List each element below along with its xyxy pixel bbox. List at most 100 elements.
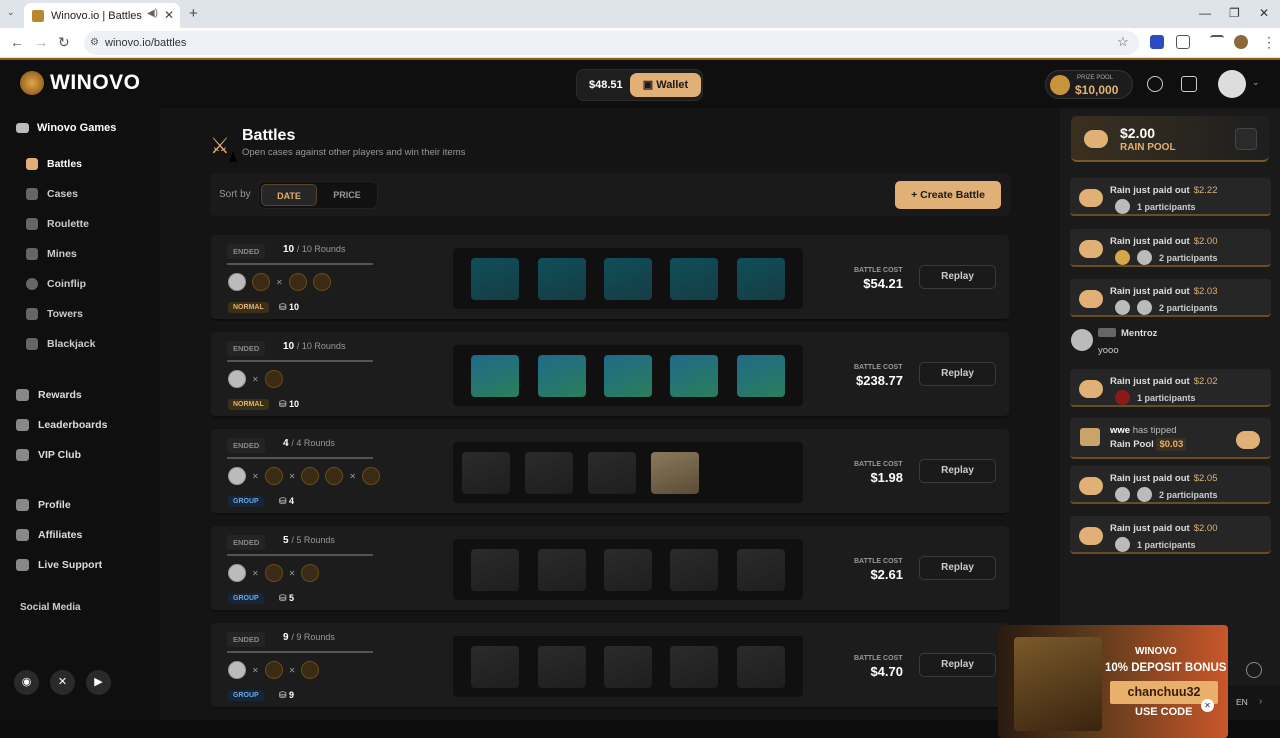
wallet-button[interactable]: ▣ Wallet [630, 73, 701, 97]
url-field[interactable]: ⚙ winovo.io/battles [84, 31, 1139, 55]
language-select[interactable]: EN [1236, 697, 1248, 707]
profile-icon[interactable] [1234, 35, 1248, 49]
favicon-icon [32, 9, 44, 22]
bot-avatar [362, 467, 381, 485]
puzzle-icon[interactable] [1176, 35, 1190, 49]
sidebar-item-battles[interactable]: Battles [26, 158, 82, 170]
bot-avatar [325, 467, 344, 485]
sidebar-item-leaderboards[interactable]: Leaderboards [16, 419, 107, 431]
sidebar-item-label: Rewards [38, 389, 82, 401]
rain-message-text: Rain just paid out $2.03 [1110, 286, 1217, 297]
sidebar-item-cases[interactable]: Cases [26, 188, 78, 200]
avatar [1115, 487, 1130, 502]
rounds: 9 / 9 Rounds [283, 632, 335, 643]
rain-message: Rain just paid out $2.00 2 participants [1070, 229, 1271, 267]
rain-message-label: Rain just paid out [1110, 185, 1190, 196]
close-tab-icon[interactable]: ✕ [164, 8, 174, 22]
sidebar-item-mines[interactable]: Mines [26, 248, 77, 260]
globe-icon[interactable] [1147, 76, 1163, 92]
sidebar-item-profile[interactable]: Profile [16, 499, 71, 511]
reload-icon[interactable]: ↻ [58, 34, 70, 51]
avatar[interactable] [228, 370, 246, 388]
sort-date-button[interactable]: DATE [261, 184, 317, 206]
replay-button[interactable]: Replay [919, 653, 996, 677]
bot-avatar [301, 564, 320, 582]
avatar[interactable] [228, 273, 246, 291]
case-item [736, 257, 785, 300]
case-count: 10 [279, 399, 299, 410]
x-icon[interactable]: ✕ [50, 670, 75, 695]
avatar[interactable] [1071, 329, 1093, 351]
chevron-down-icon[interactable]: ⌄ [1252, 77, 1260, 88]
case-items [453, 345, 803, 406]
create-battle-button[interactable]: + Create Battle [895, 181, 1001, 209]
case-item [736, 548, 785, 591]
eye-off-icon[interactable] [1181, 76, 1197, 92]
level-badge [1098, 328, 1116, 337]
rounds-total: / 9 Rounds [291, 632, 335, 642]
user-name[interactable]: Mentroz [1121, 328, 1157, 339]
participants-count: 2 participants [1159, 252, 1218, 263]
bookmark-star-icon[interactable]: ☆ [1117, 34, 1129, 50]
prize-pool[interactable]: PRIZE POOL $10,000 [1045, 70, 1133, 99]
battle-card[interactable]: ENDED 10 / 10 Rounds ✕ NORMAL 10 BATTLE … [211, 332, 1009, 418]
battle-card[interactable]: ENDED 5 / 5 Rounds ✕✕ GROUP 5 BATTLE COS… [211, 526, 1009, 612]
bot-avatar [264, 467, 283, 485]
sidebar-item-live-support[interactable]: Live Support [16, 559, 102, 571]
chevron-right-icon[interactable]: › [1259, 696, 1262, 707]
replay-button[interactable]: Replay [919, 265, 996, 289]
battle-card[interactable]: ENDED 9 / 9 Rounds ✕✕ GROUP 9 BATTLE COS… [211, 623, 1009, 709]
sort-price-button[interactable]: PRICE [319, 184, 375, 206]
replay-button[interactable]: Replay [919, 459, 996, 483]
logo[interactable]: WINOVO [20, 71, 141, 95]
menu-icon[interactable]: ⋮ [1262, 34, 1276, 51]
avatar[interactable] [228, 467, 246, 485]
sidebar-item-coinflip[interactable]: Coinflip [26, 278, 86, 290]
case-count: 5 [279, 593, 294, 604]
vs-icon: ✕ [349, 471, 357, 481]
sidebar-item-towers[interactable]: Towers [26, 308, 83, 320]
sidebar-item-vip-club[interactable]: VIP Club [16, 449, 81, 461]
site-info-icon[interactable]: ⚙ [90, 31, 99, 55]
rain-pool: $2.00 RAIN POOL [1071, 116, 1269, 162]
replay-button[interactable]: Replay [919, 362, 996, 386]
case-item [537, 548, 586, 591]
rain-message: Rain just paid out $2.00 1 participants [1070, 516, 1271, 554]
sidebar-item-blackjack[interactable]: Blackjack [26, 338, 95, 350]
participants: 2 participants [1110, 300, 1218, 315]
new-tab-icon[interactable]: + [189, 5, 198, 22]
extension-icon[interactable] [1150, 35, 1164, 49]
forward-icon[interactable]: → [34, 34, 48, 50]
battle-card[interactable]: ENDED 4 / 4 Rounds ✕ ✕ ✕ GROUP 4 BATTLE CO… [211, 429, 1009, 515]
youtube-icon[interactable]: ▶ [86, 670, 111, 695]
discord-icon[interactable]: ◉ [14, 670, 39, 695]
avatar[interactable] [228, 661, 246, 679]
speaker-icon[interactable]: ◀) [147, 8, 158, 19]
sidebar-item-rewards[interactable]: Rewards [16, 389, 82, 401]
avatar[interactable] [228, 564, 246, 582]
replay-button[interactable]: Replay [919, 556, 996, 580]
rain-message-text: Rain just paid out $2.22 [1110, 185, 1217, 196]
tab-search-icon[interactable]: ⌄ [7, 7, 15, 18]
rain-tip-button[interactable] [1235, 128, 1257, 150]
back-icon[interactable]: ← [10, 34, 24, 50]
minimize-icon[interactable]: — [1199, 6, 1211, 20]
sidebar-item-roulette[interactable]: Roulette [26, 218, 89, 230]
battle-card[interactable]: ENDED 10 / 10 Rounds ✕ NORMAL 10 BATTLE … [211, 235, 1009, 321]
maximize-icon[interactable]: ❐ [1229, 6, 1240, 20]
sidebar-item-affiliates[interactable]: Affiliates [16, 529, 82, 541]
participants: 2 participants [1110, 487, 1218, 502]
avatar[interactable] [1218, 70, 1246, 98]
emoji-icon[interactable] [1246, 662, 1262, 678]
close-window-icon[interactable]: ✕ [1259, 6, 1269, 20]
battle-cost: $1.98 [870, 470, 903, 485]
close-icon[interactable]: ✕ [1201, 699, 1214, 712]
avatar [1115, 537, 1130, 552]
vs-icon: ✕ [252, 471, 259, 481]
promo-brand: WINOVO [1135, 646, 1177, 657]
browser-tab[interactable]: Winovo.io | Battles ◀) ✕ [24, 3, 180, 28]
promo-banner[interactable]: WINOVO 10% DEPOSIT BONUS chanchuu32 USE … [998, 625, 1228, 738]
case-items [453, 248, 803, 309]
case-item [471, 645, 520, 688]
media-icon[interactable] [1210, 35, 1224, 49]
